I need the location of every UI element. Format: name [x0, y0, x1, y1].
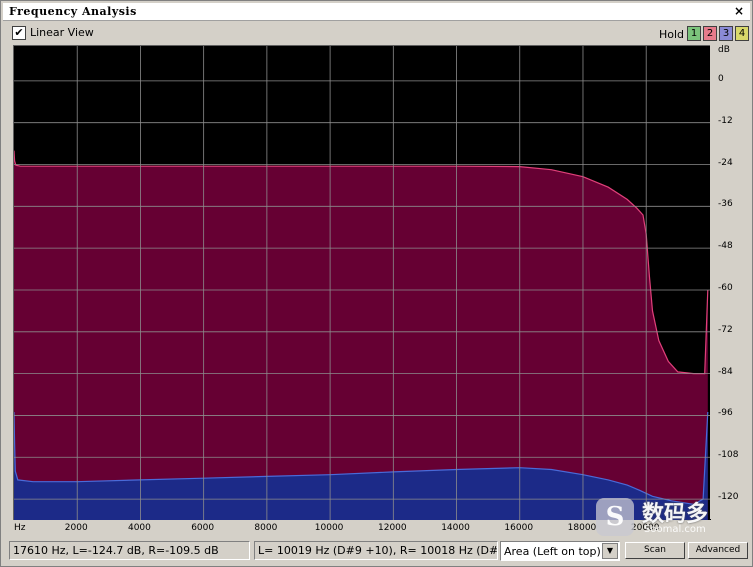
- y-tick-label: -60: [718, 282, 733, 293]
- y-tick-label: -36: [718, 199, 733, 210]
- view-mode-value: Area (Left on top): [504, 545, 601, 558]
- y-tick-label: -12: [718, 115, 733, 126]
- scan-button[interactable]: Scan: [625, 542, 685, 559]
- x-tick-label: 6000: [191, 523, 215, 533]
- hold-button-2[interactable]: 2: [703, 26, 717, 41]
- view-mode-select[interactable]: Area (Left on top) ▼: [500, 541, 620, 561]
- hold-button-1[interactable]: 1: [687, 26, 701, 41]
- x-tick-label: 12000: [377, 523, 407, 533]
- window-title: Frequency Analysis: [9, 5, 137, 18]
- x-tick-label: 16000: [504, 523, 534, 533]
- chevron-down-icon[interactable]: ▼: [602, 543, 618, 559]
- hold-button-4[interactable]: 4: [735, 26, 749, 41]
- y-tick-label: -48: [718, 241, 733, 252]
- toolbar: ✔ Linear View Hold 1 2 3 4: [1, 22, 752, 44]
- watermark-site: Soomal.com: [644, 524, 706, 535]
- peak-readout: L= 10019 Hz (D#9 +10), R= 10018 Hz (D#9: [254, 541, 498, 560]
- y-tick-label: -24: [718, 157, 733, 168]
- close-icon[interactable]: ×: [732, 4, 746, 18]
- watermark-logo-icon: S: [596, 498, 634, 536]
- hold-button-3[interactable]: 3: [719, 26, 733, 41]
- watermark: S 数码多 Soomal.com: [594, 496, 742, 540]
- x-tick-label: 2000: [64, 523, 88, 533]
- status-bar: 17610 Hz, L=-124.7 dB, R=-109.5 dB L= 10…: [0, 539, 751, 565]
- x-tick-label: 14000: [441, 523, 470, 533]
- x-tick-label: 4000: [127, 523, 151, 533]
- y-tick-label: -108: [718, 450, 739, 461]
- db-unit-label: dB: [718, 45, 730, 55]
- x-tick-label: 18000: [567, 523, 597, 533]
- cursor-readout: 17610 Hz, L=-124.7 dB, R=-109.5 dB: [9, 541, 250, 560]
- y-tick-label: 0: [718, 73, 724, 84]
- hz-axis-label: Hz: [14, 523, 26, 533]
- advanced-button[interactable]: Advanced: [688, 542, 748, 559]
- linear-view-checkbox[interactable]: ✔: [12, 26, 26, 40]
- spectrum-plot[interactable]: [13, 45, 711, 520]
- spectrum-chart: [14, 46, 711, 520]
- db-axis: dB 0 -12 -24 -36 -48 -60 -72 -84 -96 -108 -120: [710, 45, 751, 519]
- y-tick-label: -84: [718, 366, 733, 377]
- hold-label: Hold: [659, 28, 685, 41]
- y-tick-label: -96: [718, 408, 733, 419]
- x-tick-label: 10000: [314, 523, 344, 533]
- x-tick-label: 8000: [254, 523, 278, 533]
- title-bar: Frequency Analysis ×: [3, 3, 750, 21]
- y-tick-label: -72: [718, 324, 733, 335]
- linear-view-label[interactable]: Linear View: [30, 26, 94, 39]
